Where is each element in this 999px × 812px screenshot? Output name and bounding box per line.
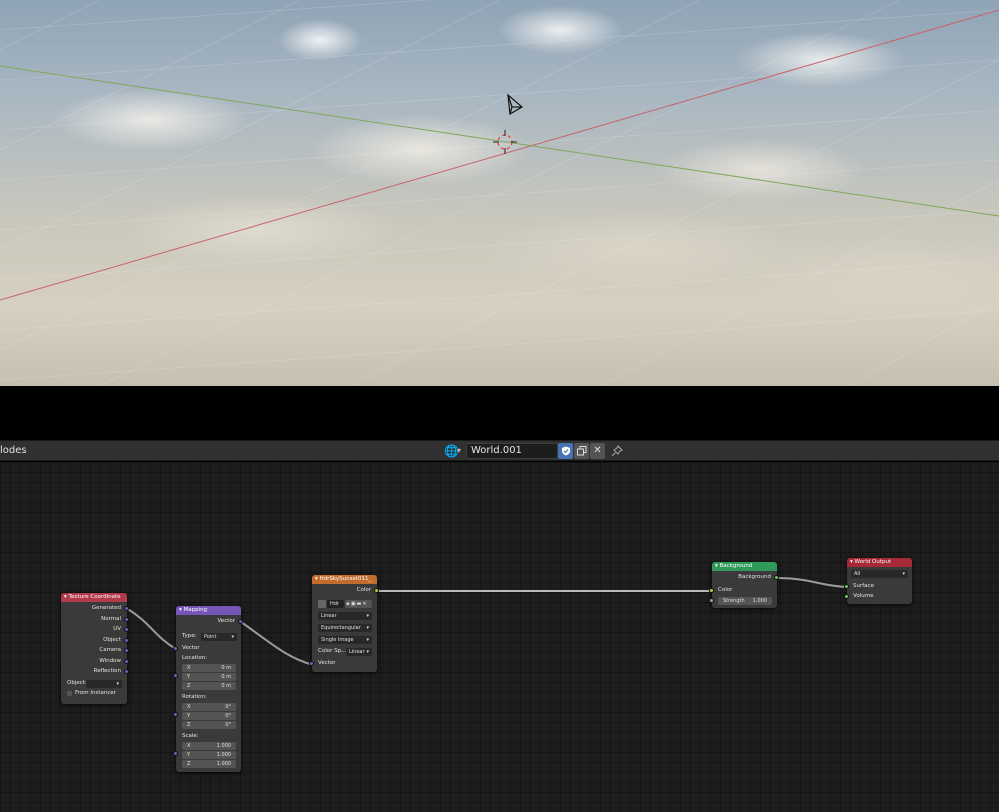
socket-object[interactable]	[124, 638, 129, 643]
source-dropdown[interactable]: Single Image	[318, 636, 372, 644]
node-header[interactable]: ▾ Mapping	[176, 606, 241, 615]
socket-rotation[interactable]	[173, 712, 178, 717]
surface-label: Surface	[853, 583, 874, 589]
socket-normal[interactable]	[124, 617, 129, 622]
x-axis-line	[0, 9, 999, 301]
socket-background-out[interactable]	[774, 575, 779, 580]
socket-uv[interactable]	[124, 627, 129, 632]
texture-coordinate-node[interactable]: ▾ Texture Coordinate Generated Normal UV…	[61, 593, 129, 704]
close-icon[interactable]: ✕	[590, 443, 605, 459]
socket-generated[interactable]	[124, 606, 129, 611]
scale-y-field[interactable]: Y 1.000	[182, 751, 236, 759]
shield-check-icon[interactable]	[558, 443, 573, 459]
scale-x-field[interactable]: X 1.000	[182, 742, 236, 750]
link-mapping-to-envtex[interactable]	[240, 621, 314, 666]
output-vector: Vector	[217, 618, 235, 624]
viewport-overlay	[0, 0, 999, 386]
duplicate-icon[interactable]	[574, 443, 589, 459]
socket-color-out[interactable]	[374, 588, 379, 593]
from-instancer-checkbox[interactable]	[67, 691, 72, 696]
type-dropdown[interactable]: Point	[201, 633, 237, 641]
socket-vector-in[interactable]	[309, 661, 314, 666]
socket-scale[interactable]	[173, 751, 178, 756]
viewport-bottom-band	[0, 386, 999, 440]
node-canvas[interactable]: ▾ Texture Coordinate Generated Normal UV…	[0, 462, 999, 812]
camera-icon[interactable]	[507, 93, 524, 115]
node-title: Texture Coordinate	[68, 594, 121, 600]
image-actions[interactable]: ◈▣▬✕	[345, 600, 372, 608]
node-header[interactable]: ▾ HdrSkySunset011_	[312, 575, 377, 584]
socket-vector-in[interactable]	[173, 646, 178, 651]
scale-z-field[interactable]: Z 1.000	[182, 760, 236, 768]
mapping-node[interactable]: ▾ Mapping Vector Type: Point Vector Loca…	[173, 606, 243, 772]
environment-texture-node[interactable]: ▾ HdrSkySunset011_ Color Hdr ◈▣▬✕ Linear…	[309, 575, 379, 672]
close-icon[interactable]: ✕	[362, 601, 367, 607]
chevron-down-icon[interactable]: ▾	[457, 444, 461, 458]
scale-label: Scale:	[182, 733, 199, 739]
output-object: Object	[103, 637, 121, 643]
output-reflection: Reflection	[93, 668, 121, 674]
image-name-field[interactable]: Hdr	[327, 600, 344, 608]
from-instancer-label: From Instancer	[75, 690, 117, 696]
pin-icon[interactable]	[609, 443, 624, 459]
3d-viewport[interactable]	[0, 0, 999, 386]
location-label: Location:	[182, 655, 208, 661]
object-picker[interactable]	[86, 680, 122, 688]
world-output-node[interactable]: ▾ World Output All Surface Volume	[844, 558, 912, 604]
rotation-z-field[interactable]: Z 0°	[182, 721, 236, 729]
rotation-x-field[interactable]: X 0°	[182, 703, 236, 711]
target-dropdown[interactable]: All	[851, 570, 908, 578]
world-name-field[interactable]: World.001	[466, 443, 558, 459]
socket-vector-out[interactable]	[238, 619, 243, 624]
output-generated: Generated	[91, 605, 121, 611]
location-x-field[interactable]: X0 m	[182, 664, 236, 672]
editor-title: lodes	[0, 445, 27, 456]
rotation-label: Rotation:	[182, 694, 207, 700]
output-color: Color	[356, 587, 371, 593]
output-window: Window	[99, 658, 121, 664]
node-header[interactable]: ▾ World Output	[847, 558, 912, 567]
node-header[interactable]: ▾ Texture Coordinate	[61, 593, 127, 602]
image-icon[interactable]	[318, 600, 326, 608]
node-title: World Output	[854, 559, 892, 565]
socket-window[interactable]	[124, 659, 129, 664]
strength-field[interactable]: Strength 1.000	[718, 597, 772, 605]
socket-location[interactable]	[173, 673, 178, 678]
colorspace-dropdown[interactable]: Linear	[346, 648, 372, 656]
volume-label: Volume	[853, 593, 874, 599]
node-title: Background	[719, 563, 753, 569]
input-color-label: Color	[718, 587, 733, 593]
node-editor-header: lodes 🌐 ▾ World.001 ✕	[0, 440, 999, 461]
rotation-y-field[interactable]: Y 0°	[182, 712, 236, 720]
node-title: HdrSkySunset011_	[319, 576, 372, 582]
node-links	[125, 577, 848, 666]
socket-color-in[interactable]	[709, 588, 714, 593]
socket-camera[interactable]	[124, 648, 129, 653]
location-y-field[interactable]: Y0 m	[182, 673, 236, 681]
link-generated-to-mapping[interactable]	[125, 607, 177, 650]
socket-surface-in[interactable]	[844, 584, 849, 589]
output-uv: UV	[113, 626, 121, 632]
location-z-field[interactable]: Z0 m	[182, 682, 236, 690]
output-normal: Normal	[101, 616, 121, 622]
interpolation-dropdown[interactable]: Linear	[318, 612, 372, 620]
socket-reflection[interactable]	[124, 669, 129, 674]
socket-strength-in[interactable]	[709, 598, 714, 603]
input-vector-label: Vector	[318, 660, 336, 666]
background-node[interactable]: ▾ Background Background Color Strength 1.…	[709, 562, 779, 608]
output-background: Background	[738, 574, 771, 580]
link-background-to-output[interactable]	[776, 577, 848, 588]
projection-dropdown[interactable]: Equirectangular	[318, 624, 372, 632]
output-camera: Camera	[99, 647, 121, 653]
node-header[interactable]: ▾ Background	[712, 562, 777, 571]
world-icon[interactable]: 🌐	[444, 444, 459, 458]
node-title: Mapping	[183, 607, 208, 613]
input-vector-label: Vector	[182, 645, 200, 651]
socket-volume-in[interactable]	[844, 594, 849, 599]
